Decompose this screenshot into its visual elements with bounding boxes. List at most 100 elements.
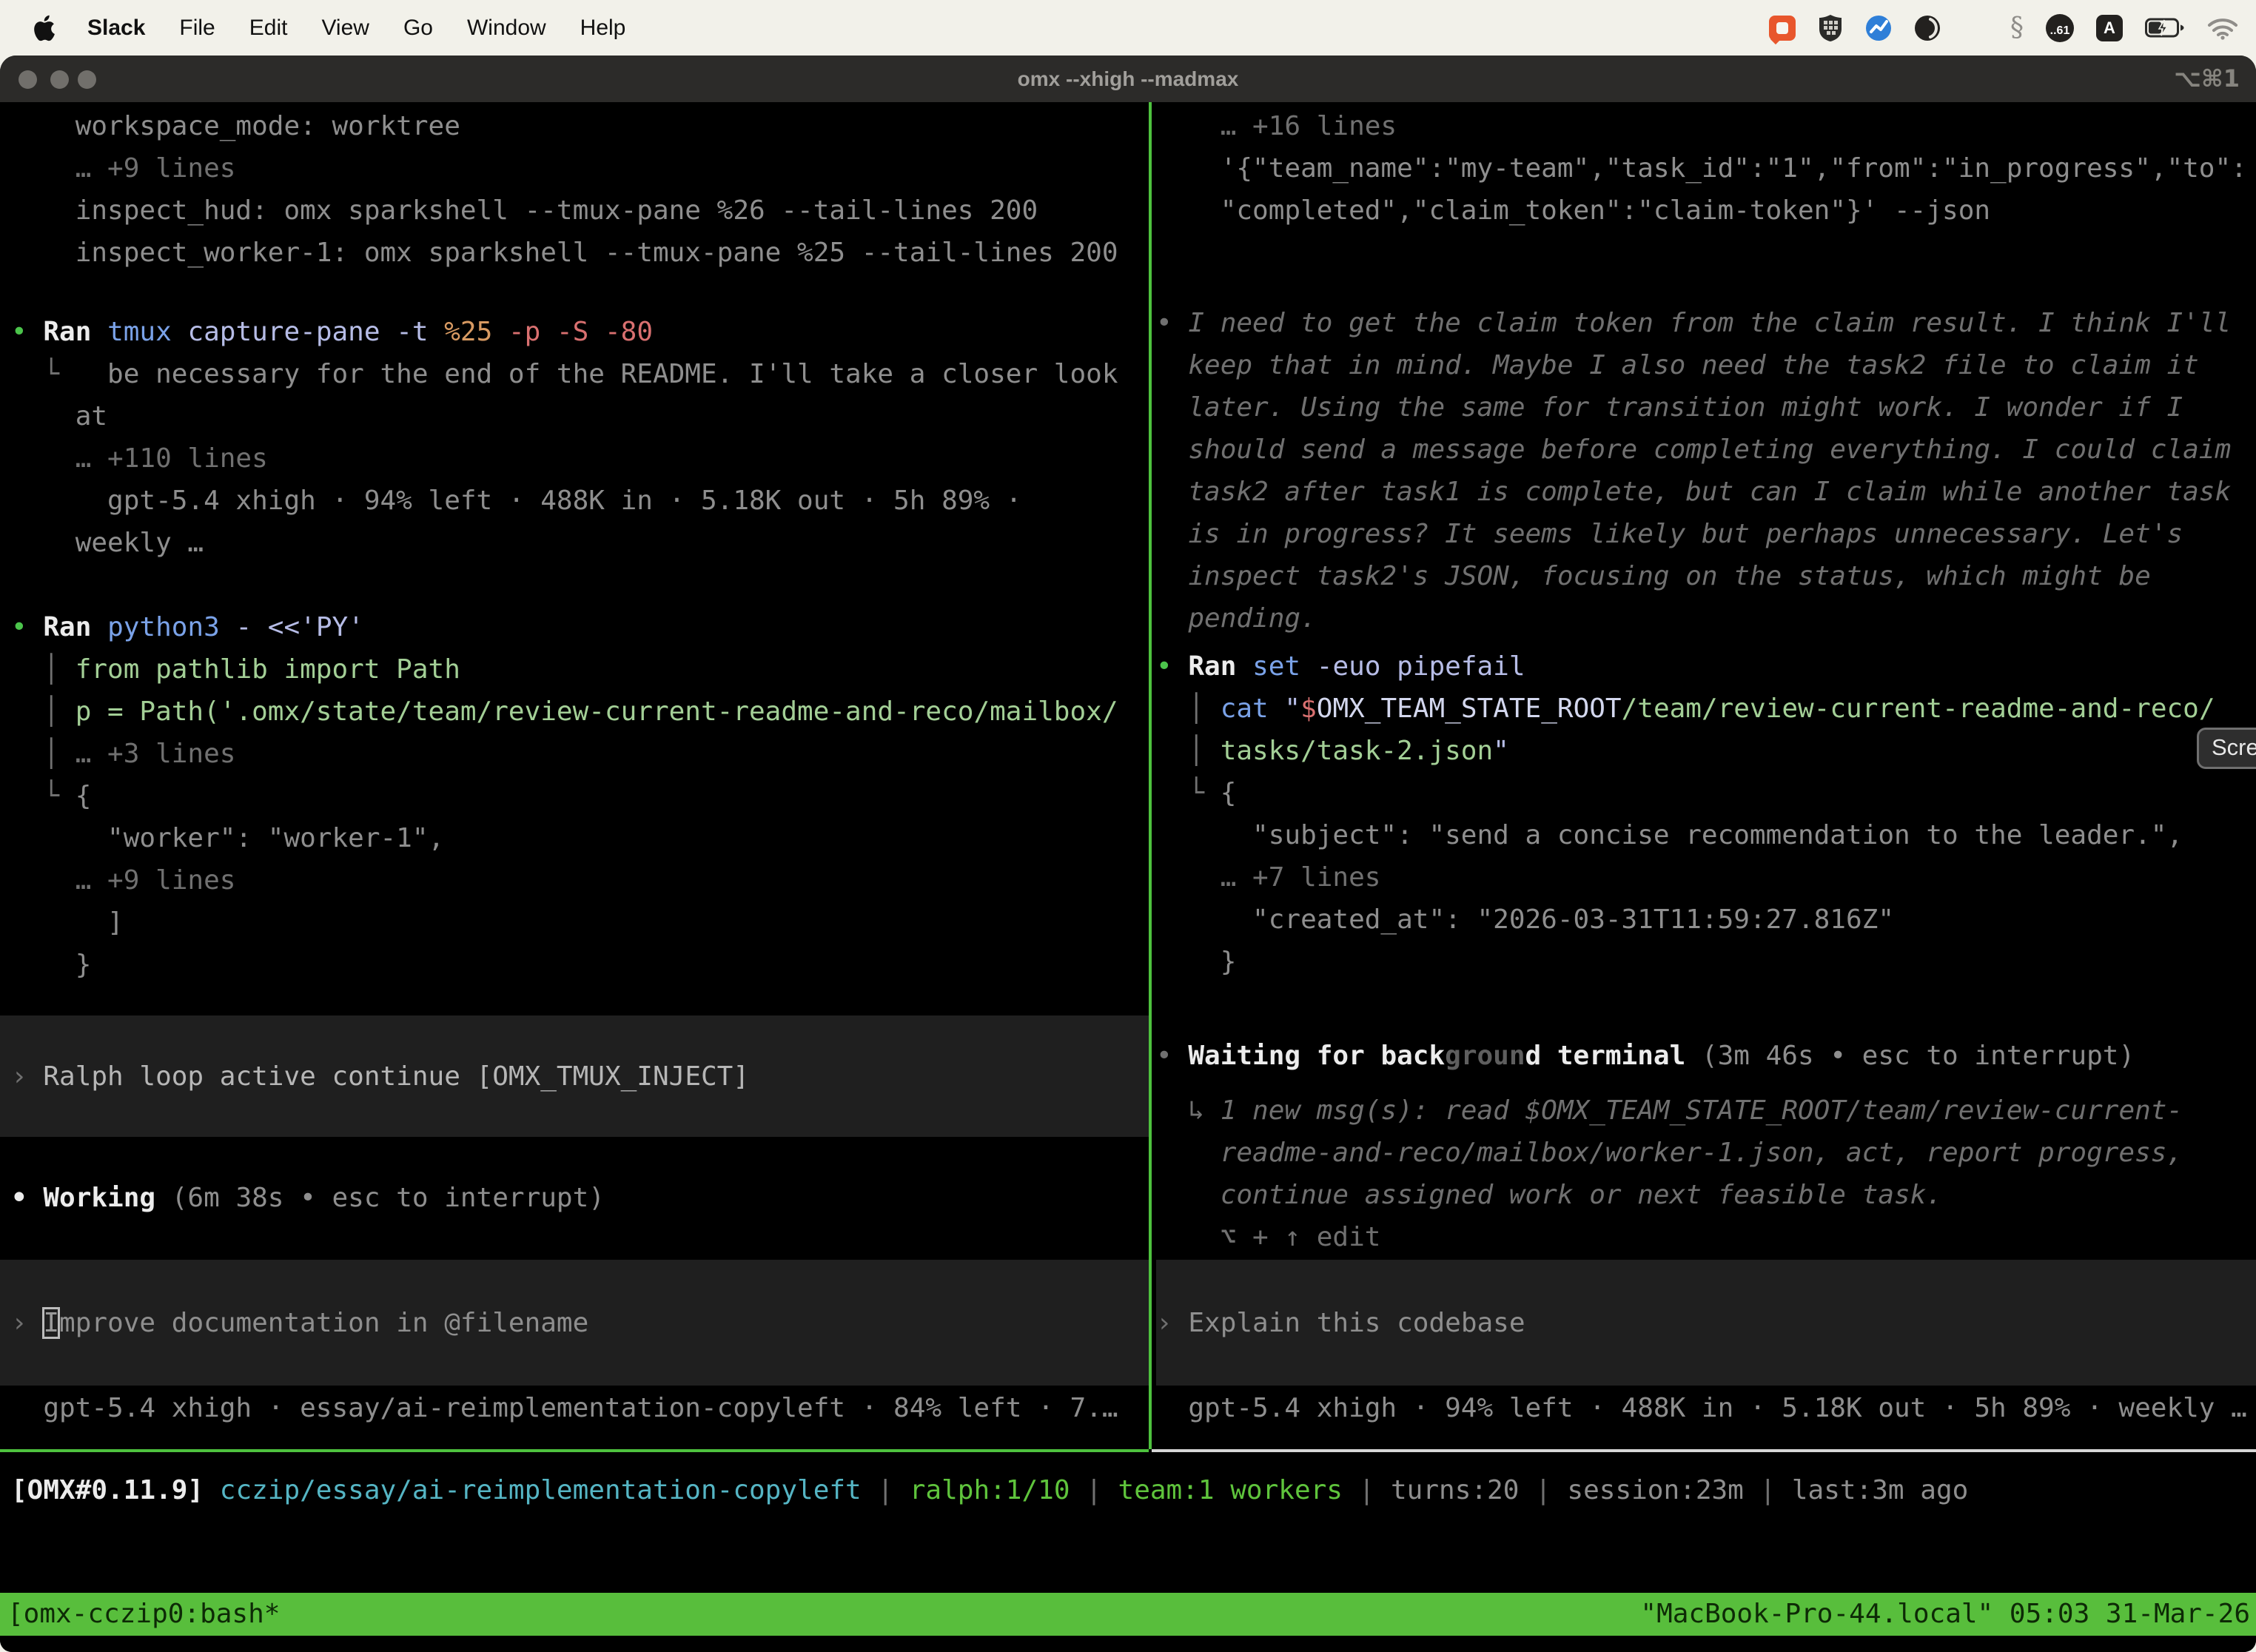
text-segment: -80 — [605, 317, 653, 347]
menu-item-window[interactable]: Window — [467, 16, 546, 41]
text-segment: %25 — [444, 317, 508, 347]
text-segment: } — [11, 950, 91, 980]
text-segment: task2 after task1 is complete, but can I… — [1156, 477, 2231, 507]
text-segment: OMX_TEAM_STATE_ROOT — [1317, 694, 1622, 724]
text-segment: … +9 lines — [11, 153, 235, 184]
text-segment: … +110 lines — [11, 443, 268, 474]
text-segment: set — [1252, 651, 1317, 682]
tmux-session-label: [omx-cczip0:bash* — [7, 1593, 280, 1636]
prompt-input-band-text: › Explain this codebase — [1156, 1302, 1525, 1344]
apple-menu-icon[interactable] — [34, 15, 56, 41]
working-status-line: • Working (6m 38s • esc to interrupt) — [11, 1177, 605, 1219]
terminal-window: omx --xhigh --madmax ⌥⌘1 workspace_mode:… — [0, 56, 2256, 1652]
hud-segment: [OMX#0.11.9] — [11, 1475, 220, 1505]
wifi-icon[interactable] — [2207, 16, 2238, 40]
menu-bar-status-icons: § ..61 A — [1769, 13, 2238, 43]
hud-segment: cczip/essay/ai-reimplementation-copyleft — [220, 1475, 862, 1505]
ran-tmux-capture-line: • Ran tmux capture-pane -t %25 -p -S -80 — [11, 311, 653, 353]
text-segment: $ — [1300, 694, 1317, 724]
text-segment: continue assigned work or next feasible … — [1156, 1180, 1942, 1210]
letter-a-icon[interactable]: A — [2096, 15, 2123, 41]
screen-recording-icon[interactable] — [1769, 16, 1796, 41]
right-pane-bottom-border — [1152, 1449, 2256, 1452]
text-segment: -S — [557, 317, 605, 347]
right-pane[interactable]: … +16 lines '{"team_name":"my-team","tas… — [1156, 102, 2256, 1449]
shield-grid-icon[interactable] — [1818, 14, 1843, 42]
text-segment: ↳ — [1156, 1095, 1221, 1126]
prompt-input-band[interactable]: › Improve documentation in @filename — [0, 1260, 1149, 1386]
mailbox-notice-line: ⌥ + ↑ edit — [1156, 1216, 1380, 1258]
thinking-paragraph-line: later. Using the same for transition mig… — [1156, 386, 2183, 429]
battery-icon[interactable] — [2145, 18, 2185, 38]
ran-cat-task-line: │ tasks/task-2.json" — [1156, 730, 1509, 772]
text-segment: cat — [1221, 694, 1285, 724]
text-segment: is in progress? It seems likely but perh… — [1156, 519, 2183, 549]
left-pane[interactable]: workspace_mode: worktree … +9 lines insp… — [0, 102, 1149, 1449]
text-segment: inspect_worker-1: omx sparkshell --tmux-… — [11, 238, 1118, 268]
text-segment: { — [75, 781, 92, 811]
text-segment: │ — [11, 696, 75, 727]
pane-divider[interactable] — [1149, 102, 1152, 1449]
text-segment: workspace_mode: worktree — [11, 111, 460, 141]
menu-item-go[interactable]: Go — [403, 16, 433, 41]
ran-python3-line: • Ran python3 - <<'PY' — [11, 606, 364, 648]
text-segment: … +16 lines — [1156, 111, 1397, 141]
crescent-circle-icon[interactable] — [1914, 15, 1941, 41]
text-segment: p = Path('.omx/state/team/review-current… — [75, 696, 1118, 727]
window-shortcut-hint: ⌥⌘1 — [2174, 56, 2240, 102]
mailbox-notice-line: ↳ 1 new msg(s): read $OMX_TEAM_STATE_ROO… — [1156, 1089, 2183, 1132]
active-app-menu[interactable]: Slack — [87, 16, 145, 41]
menu-item-help[interactable]: Help — [580, 16, 626, 41]
text-segment: Ran — [43, 612, 107, 642]
scrollback-head-line: '{"team_name":"my-team","task_id":"1","f… — [1156, 147, 2247, 189]
menu-bar: Slack File Edit View Go Window Help § ..… — [0, 0, 2256, 56]
thinking-paragraph-line: inspect task2's JSON, focusing on the st… — [1156, 555, 2151, 597]
text-segment: "worker": "worker-1", — [11, 823, 444, 853]
hud-segment: team:1 workers — [1118, 1475, 1343, 1505]
prompt-input-band[interactable]: › Explain this codebase — [1156, 1260, 2256, 1386]
text-segment: pending. — [1156, 603, 1317, 634]
ran-cat-task-line: "created_at": "2026-03-31T11:59:27.816Z" — [1156, 899, 1894, 941]
text-segment: "subject": "send a concise recommendatio… — [1156, 820, 2183, 850]
hud-status-line: [OMX#0.11.9] cczip/essay/ai-reimplementa… — [11, 1469, 1968, 1511]
text-segment: " — [1493, 736, 1509, 766]
ran-python3-line: └ { — [11, 775, 91, 817]
ran-python3-line: } — [11, 944, 91, 986]
speedtest-icon[interactable] — [1865, 15, 1892, 41]
text-segment: - <<'PY' — [235, 612, 363, 642]
text-segment: capture-pane — [187, 317, 396, 347]
text-segment: › — [11, 1061, 43, 1092]
thinking-paragraph-line: should send a message before completing … — [1156, 429, 2231, 471]
text-segment: (6m 38s • esc to interrupt) — [172, 1183, 605, 1213]
text-segment: Waiting for back — [1188, 1041, 1445, 1071]
screen-overlay-button[interactable]: Scre — [2197, 728, 2256, 769]
text-segment: Ran — [43, 317, 107, 347]
thinking-paragraph-line: task2 after task1 is complete, but can I… — [1156, 471, 2231, 513]
text-segment: /team/review-current-readme-and-reco/ — [1622, 694, 2215, 724]
text-segment: } — [1156, 947, 1236, 977]
thinking-paragraph-line: is in progress? It seems likely but perh… — [1156, 513, 2183, 555]
menu-item-edit[interactable]: Edit — [249, 16, 288, 41]
ran-cat-task-line: └ { — [1156, 772, 1236, 814]
scrollback-head-line: inspect_hud: omx sparkshell --tmux-pane … — [11, 189, 1038, 232]
text-segment: -t — [396, 317, 444, 347]
text-segment: tasks/task-2.json — [1221, 736, 1493, 766]
window-titlebar: omx --xhigh --madmax ⌥⌘1 — [0, 56, 2256, 102]
window-title: omx --xhigh --madmax — [0, 56, 2256, 102]
hud-segment: | — [1343, 1475, 1391, 1505]
grid-dots-icon[interactable] — [1963, 16, 1988, 41]
text-segment: "completed","claim_token":"claim-token"}… — [1156, 195, 1990, 226]
menu-item-view[interactable]: View — [321, 16, 369, 41]
text-segment: • Working — [11, 1183, 172, 1213]
text-segment: inspect task2's JSON, focusing on the st… — [1156, 561, 2151, 591]
menu-item-file[interactable]: File — [179, 16, 215, 41]
ran-cat-task-line: "subject": "send a concise recommendatio… — [1156, 814, 2183, 856]
text-segment: gpt-5.4 xhigh · 94% left · 488K in · 5.1… — [1156, 1393, 2247, 1423]
badge-61-icon[interactable]: ..61 — [2046, 14, 2074, 42]
text-segment: • — [1156, 308, 1188, 338]
text-segment: weekly … — [11, 528, 204, 558]
terminal-content: workspace_mode: worktree … +9 lines insp… — [0, 102, 2256, 1652]
squiggle-icon[interactable]: § — [2010, 13, 2024, 43]
hud-segment: ralph:1/10 — [910, 1475, 1070, 1505]
text-segment: -euo pipefail — [1317, 651, 1525, 682]
